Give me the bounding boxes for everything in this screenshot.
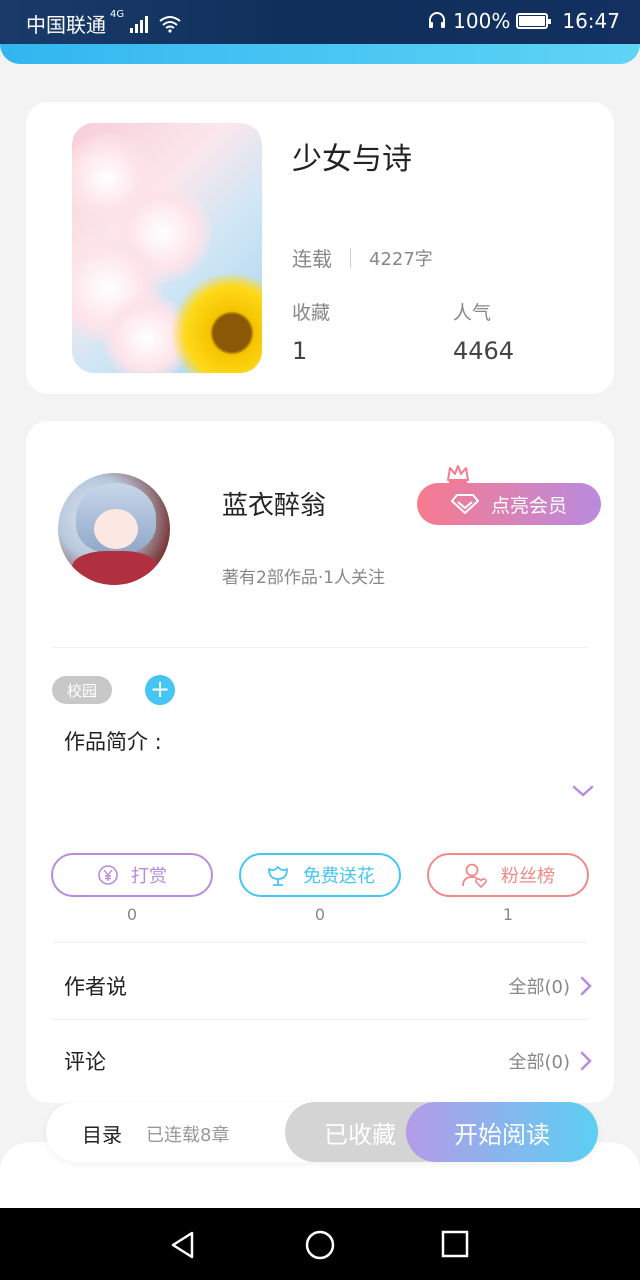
fan-ranking-button[interactable]: 粉丝榜 [427, 853, 589, 897]
wifi-icon [159, 15, 181, 33]
flower-count: 0 [314, 905, 326, 924]
stat-favorites: 收藏 1 [292, 298, 330, 365]
comments-title: 评论 [64, 1050, 106, 1074]
book-status: 连载 [292, 247, 332, 271]
chapter-count: 已连载8章 [146, 1125, 230, 1146]
recents-icon[interactable] [441, 1230, 469, 1258]
flower-icon [268, 866, 288, 886]
tip-button-label: 打赏 [131, 866, 167, 887]
chevron-right-icon [580, 976, 592, 996]
stat-label: 人气 [453, 302, 492, 324]
author-subtitle: 著有2部作品·1人关注 [222, 568, 386, 588]
stat-label: 收藏 [292, 302, 331, 324]
book-cover[interactable] [72, 123, 262, 373]
book-info-card: 少女与诗 连载 4227字 收藏 1 人气 4464 [26, 102, 614, 394]
signal-icon [130, 15, 149, 33]
fan-count: 1 [502, 905, 514, 924]
header-strip [0, 44, 640, 64]
diamond-icon [450, 494, 479, 514]
author-says-title: 作者说 [64, 975, 127, 999]
network-label: 4G [110, 9, 125, 20]
comments-more-label: 全部(0) [508, 1052, 571, 1073]
fan-user-icon [462, 863, 487, 888]
tip-count: 0 [126, 905, 138, 924]
toc-button[interactable]: 目录 [82, 1119, 122, 1148]
clock: 16:47 [562, 9, 620, 33]
add-tag-button[interactable]: + [145, 675, 175, 705]
comments-more[interactable]: 全部(0) [509, 1048, 593, 1074]
meta-divider [350, 247, 351, 268]
comments-row[interactable]: 评论 全部(0) [64, 1041, 592, 1081]
book-meta: 连载 4227字 [292, 243, 433, 272]
home-icon[interactable] [305, 1230, 335, 1260]
battery-icon [516, 13, 552, 29]
tip-button[interactable]: 打赏 [51, 853, 213, 897]
vip-button-label: 点亮会员 [490, 494, 567, 517]
author-says-more-label: 全部(0) [508, 977, 571, 998]
battery-percent: 100% [453, 9, 511, 33]
status-bar: 中国联通 4G 100% 16:47 [0, 0, 640, 44]
fan-ranking-label: 粉丝榜 [501, 866, 555, 887]
stat-popularity: 人气 4464 [453, 298, 514, 365]
carrier-label: 中国联通 [26, 13, 106, 37]
bottom-action-bar: 目录 已连载8章 已收藏 开始阅读 [46, 1102, 598, 1162]
crown-icon [447, 465, 469, 483]
send-flower-button[interactable]: 免费送花 [239, 853, 401, 897]
author-avatar[interactable] [58, 473, 170, 585]
word-count: 4227字 [369, 248, 433, 270]
intro-label: 作品简介 : [64, 730, 162, 754]
chevron-down-icon[interactable] [571, 783, 595, 799]
divider [52, 647, 588, 648]
send-flower-label: 免费送花 [303, 866, 375, 887]
author-says-row[interactable]: 作者说 全部(0) [64, 966, 592, 1006]
start-reading-button[interactable]: 开始阅读 [406, 1102, 598, 1162]
book-title: 少女与诗 [292, 142, 412, 177]
stat-value: 1 [292, 337, 308, 365]
divider [52, 942, 588, 943]
tag-campus[interactable]: 校园 [52, 676, 112, 704]
author-says-more[interactable]: 全部(0) [509, 973, 593, 999]
divider [52, 1019, 588, 1020]
vip-button[interactable]: 点亮会员 [417, 483, 601, 525]
yen-coin-icon [98, 865, 118, 885]
author-name[interactable]: 蓝衣醉翁 [222, 485, 326, 522]
chevron-right-icon [580, 1051, 592, 1071]
stat-value: 4464 [453, 337, 515, 365]
back-icon[interactable] [168, 1230, 198, 1260]
book-detail-card: 蓝衣醉翁 著有2部作品·1人关注 点亮会员 校园 + 作品简介 : 打赏 0 免… [26, 421, 614, 1103]
system-nav-bar [0, 1208, 640, 1280]
headphone-icon [429, 12, 446, 28]
